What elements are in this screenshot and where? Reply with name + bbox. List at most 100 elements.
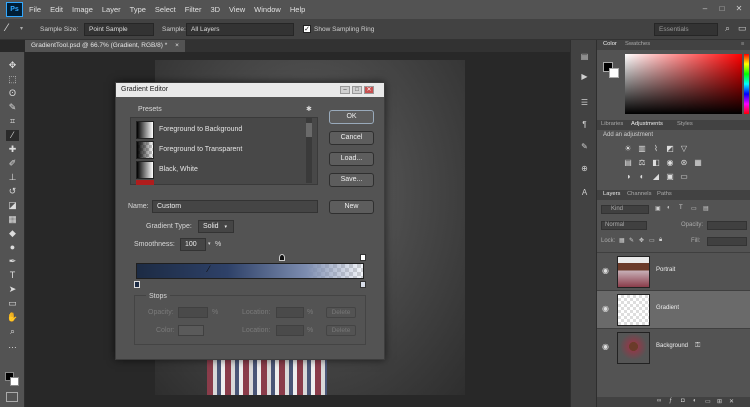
menu-filter[interactable]: Filter: [185, 5, 202, 14]
type-tool-icon[interactable]: T: [6, 270, 19, 281]
color-stop-right[interactable]: [360, 281, 366, 288]
new-layer-icon[interactable]: ⊞: [717, 398, 722, 405]
tab-layers[interactable]: Layers: [603, 191, 620, 197]
tab-channels[interactable]: Channels: [627, 191, 652, 197]
tab-color[interactable]: Color: [603, 41, 617, 47]
quick-mask-icon[interactable]: [6, 392, 18, 402]
presets-gear-icon[interactable]: ✱: [306, 105, 312, 113]
tab-adjustments[interactable]: Adjustments: [631, 121, 663, 127]
dialog-minimize-icon[interactable]: –: [340, 86, 350, 94]
sample-select[interactable]: All Layers: [186, 23, 294, 36]
healing-brush-tool-icon[interactable]: ✚: [6, 144, 19, 155]
tool-preset-chevron-icon[interactable]: ▾: [20, 25, 23, 32]
cancel-button[interactable]: Cancel: [329, 131, 374, 145]
photo-filter-icon[interactable]: ◉: [665, 158, 675, 167]
menu-file[interactable]: File: [29, 5, 41, 14]
dialog-maximize-icon[interactable]: □: [352, 86, 362, 94]
clone-source-panel-icon[interactable]: ⊕: [579, 164, 590, 174]
curves-icon[interactable]: ⌇: [651, 144, 661, 153]
brush-tool-icon[interactable]: ✐: [6, 158, 19, 169]
history-brush-tool-icon[interactable]: ↺: [6, 186, 19, 197]
new-group-icon[interactable]: ▭: [705, 398, 711, 405]
gradient-tool-icon[interactable]: ▦: [6, 214, 19, 225]
link-layers-icon[interactable]: ∞: [657, 398, 661, 404]
eye-icon[interactable]: ◉: [602, 305, 612, 313]
presets-scrollbar[interactable]: [306, 117, 312, 183]
paragraph-panel-icon[interactable]: ¶: [579, 120, 590, 130]
exposure-icon[interactable]: ◩: [665, 144, 675, 153]
crop-tool-icon[interactable]: ⌗: [6, 116, 19, 127]
menu-window[interactable]: Window: [254, 5, 281, 14]
color-picker-field[interactable]: [625, 54, 742, 114]
filter-shape-icon[interactable]: ▭: [691, 205, 697, 212]
color-background-swatch[interactable]: [609, 68, 619, 78]
layer-row-gradient[interactable]: ◉ Gradient: [597, 290, 750, 328]
eraser-tool-icon[interactable]: ◪: [6, 200, 19, 211]
search-icon[interactable]: ⌕: [725, 23, 730, 34]
menu-edit[interactable]: Edit: [50, 5, 63, 14]
brightness-icon[interactable]: ☀: [623, 144, 633, 153]
delete-opacity-stop-button[interactable]: Delete: [326, 307, 356, 318]
smoothness-chevron-icon[interactable]: ▾: [208, 241, 211, 247]
menu-layer[interactable]: Layer: [102, 5, 121, 14]
sample-size-select[interactable]: Point Sample: [84, 23, 154, 36]
gradient-map-icon[interactable]: ▭: [679, 172, 689, 181]
stop-opacity-field[interactable]: [178, 307, 208, 318]
filter-type-icon[interactable]: T: [679, 205, 683, 211]
workspace-select[interactable]: Essentials: [654, 23, 718, 36]
pen-tool-icon[interactable]: ✒: [6, 256, 19, 267]
menu-select[interactable]: Select: [155, 5, 176, 14]
brush-panel-icon[interactable]: ✎: [579, 142, 590, 152]
menu-type[interactable]: Type: [130, 5, 146, 14]
more-tools-icon[interactable]: …: [6, 340, 19, 351]
eyedropper-icon[interactable]: ⁄: [6, 22, 8, 34]
smoothness-field[interactable]: 100: [180, 238, 206, 251]
levels-icon[interactable]: ▥: [637, 144, 647, 153]
minimize-button[interactable]: –: [700, 4, 710, 14]
delete-color-stop-button[interactable]: Delete: [326, 325, 356, 336]
color-lookup-icon[interactable]: ▦: [693, 158, 703, 167]
gradient-preview-bar[interactable]: [136, 263, 364, 279]
add-mask-icon[interactable]: ◘: [681, 398, 685, 404]
channel-mixer-icon[interactable]: ⊛: [679, 158, 689, 167]
rectangle-tool-icon[interactable]: ▭: [6, 298, 19, 309]
panel-menu-icon[interactable]: ≡: [741, 41, 744, 47]
threshold-icon[interactable]: ◢: [651, 172, 661, 181]
marquee-tool-icon[interactable]: ⬚: [6, 74, 19, 85]
background-color-swatch[interactable]: [10, 377, 19, 386]
lock-all-icon[interactable]: 🔒︎: [659, 237, 662, 244]
eye-icon[interactable]: ◉: [602, 267, 612, 275]
stop-location-field-1[interactable]: [276, 307, 304, 318]
new-button[interactable]: New: [329, 200, 374, 214]
new-adjustment-icon[interactable]: ◐: [693, 398, 697, 404]
delete-layer-icon[interactable]: ✕: [729, 398, 734, 405]
opacity-stop-mid[interactable]: [279, 254, 285, 261]
tab-swatches[interactable]: Swatches: [625, 41, 650, 47]
dialog-close-icon[interactable]: ✕: [364, 86, 374, 94]
menu-view[interactable]: View: [229, 5, 245, 14]
clone-stamp-tool-icon[interactable]: ⊥: [6, 172, 19, 183]
opacity-field[interactable]: [707, 221, 747, 230]
name-field[interactable]: Custom: [152, 200, 318, 213]
save-button[interactable]: Save...: [329, 173, 374, 187]
menu-help[interactable]: Help: [290, 5, 305, 14]
tab-libraries[interactable]: Libraries: [601, 121, 623, 127]
properties-panel-icon[interactable]: ☰: [579, 98, 590, 108]
layer-row-portrait[interactable]: ◉ Portrait: [597, 252, 750, 290]
dodge-tool-icon[interactable]: ●: [6, 242, 19, 253]
eye-icon[interactable]: ◉: [602, 343, 612, 351]
history-panel-icon[interactable]: ▤: [579, 52, 590, 62]
menu-3d[interactable]: 3D: [210, 5, 220, 14]
sampling-ring-checkbox[interactable]: ✓: [303, 25, 311, 33]
color-stop-left[interactable]: [134, 281, 140, 288]
gradient-type-select[interactable]: Solid ▾: [198, 220, 234, 233]
preset-item[interactable]: Foreground to Background: [136, 121, 306, 139]
workspace-icon[interactable]: ▭: [738, 23, 747, 34]
stop-location-field-2[interactable]: [276, 325, 304, 336]
lock-paint-icon[interactable]: ✎: [629, 237, 634, 244]
filter-smart-icon[interactable]: ▤: [703, 205, 709, 212]
black-white-icon[interactable]: ◧: [651, 158, 661, 167]
layer-row-background[interactable]: ◉ Background ⚿: [597, 328, 750, 366]
opacity-stop-right[interactable]: [360, 254, 366, 261]
tab-styles[interactable]: Styles: [677, 121, 693, 127]
